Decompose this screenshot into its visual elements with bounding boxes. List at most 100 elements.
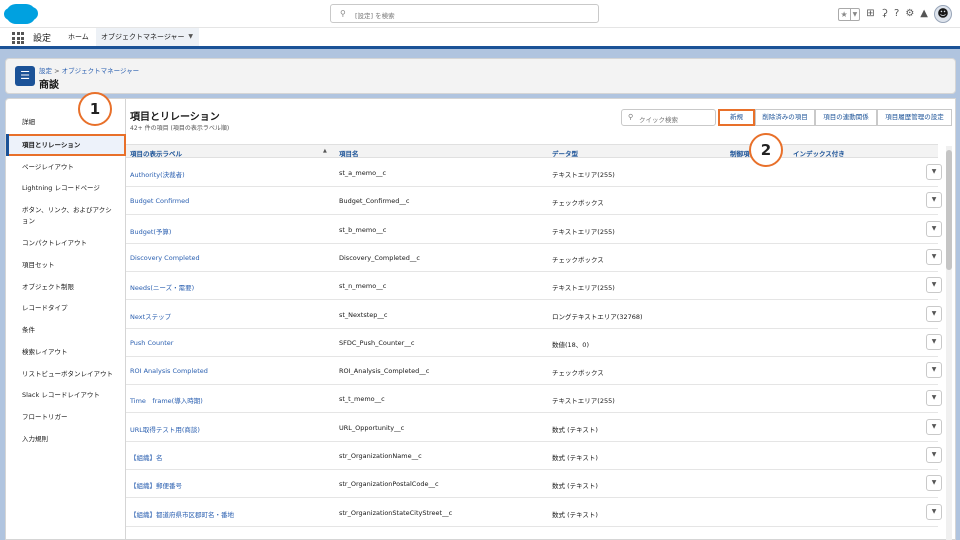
field-label-link[interactable]: Push Counter [130,339,173,347]
field-api-name: Discovery_Completed__c [339,253,420,262]
sidebar-item-search-layouts[interactable]: 検索レイアウト [6,347,126,358]
field-label-link[interactable]: 【組織】名 [130,452,163,462]
field-data-type: テキストエリア(255) [552,284,615,293]
table-row: Budget Confirmed Budget_Confirmed__c チェックボ… [126,187,942,216]
chevron-down-icon[interactable]: ▼ [188,28,193,46]
add-icon[interactable]: ⊞ [866,6,874,22]
field-label-link[interactable]: Needs(ニーズ・需要) [130,282,194,292]
field-api-name: st_Nextstep__c [339,310,388,319]
field-data-type: 数式 (テキスト) [552,482,598,491]
table-row: Time frame(導入時期) st_t_memo__c テキストエリア(255)… [126,385,942,414]
field-label-link[interactable]: Authority(決裁者) [130,169,185,179]
row-actions-button[interactable]: ▼ [926,248,942,265]
row-actions-button[interactable]: ▼ [926,192,942,209]
field-dependencies-button[interactable]: 項目の連動関係 [815,109,877,126]
column-field-label[interactable]: 項目の表示ラベル [130,148,182,158]
search-icon: ⚲ [628,113,634,121]
table-row: Budget(予算) st_b_memo__c テキストエリア(255) ▼ [126,216,942,244]
field-label-link[interactable]: ROI Analysis Completed [130,367,208,375]
sidebar-item-compact-layouts[interactable]: コンパクトレイアウト [6,238,126,249]
row-actions-button[interactable]: ▼ [926,390,942,407]
row-actions-button[interactable]: ▼ [926,164,942,180]
step-callout-1: 1 [78,92,112,126]
field-data-type: チェックボックス [552,199,604,208]
field-label-link[interactable]: Nextステップ [130,311,171,321]
notification-icon[interactable]: ▲ [920,6,928,22]
sidebar-item-lightning-record-pages[interactable]: Lightning レコードページ [6,183,126,194]
tab-object-manager-label: オブジェクトマネージャー [101,33,185,41]
row-actions-button[interactable]: ▼ [926,333,942,350]
sidebar-item-fields-relationships[interactable]: 項目とリレーション [6,134,126,156]
sidebar-item-object-limits[interactable]: オブジェクト制限 [6,282,126,293]
field-data-type: 数値(18、0) [552,340,589,349]
field-api-name: str_OrganizationName__c [339,452,422,460]
field-api-name: st_n_memo__c [339,282,387,291]
app-launcher-icon[interactable] [12,32,24,44]
global-utilities: ★ ▼ ⊞ ⚳ ? ⚙ ▲ ☻ [837,5,952,23]
table-row: Nextステップ st_Nextstep__c ロングテキストエリア(32768) ▼ [126,301,942,329]
breadcrumb-object-manager[interactable]: オブジェクトマネージャー [62,67,140,75]
field-data-type: ロングテキストエリア(32768) [552,312,643,321]
field-label-link[interactable]: Time frame(導入時期) [130,395,203,405]
field-label-link[interactable]: Budget Confirmed [130,197,189,205]
table-row: 【組織】都道府県市区郡町名・番地 str_OrganizationStateCit… [126,499,942,527]
sidebar-item-conditions[interactable]: 条件 [6,325,126,336]
breadcrumb-separator: > [54,67,60,75]
section-title: 項目とリレーション [130,112,220,123]
sidebar-item-page-layouts[interactable]: ページレイアウト [6,162,126,173]
scrollbar[interactable] [946,146,952,540]
row-actions-button[interactable]: ▼ [926,503,942,520]
column-indexed[interactable]: インデックス付き [793,148,845,158]
sidebar-item-buttons-links-actions[interactable]: ボタン、リンク、およびアクション [6,205,116,227]
layers-icon: ☰ [15,66,35,86]
star-icon: ★ [840,9,848,19]
sidebar-item-validation-rules[interactable]: 入力規則 [6,434,126,445]
help-icon[interactable]: ? [894,6,899,22]
field-label-link[interactable]: Discovery Completed [130,254,200,262]
row-actions-button[interactable]: ▼ [926,220,942,237]
field-label-link[interactable]: URL取得テスト用(商談) [130,424,200,434]
field-label-link[interactable]: 【組織】都道府県市区郡町名・番地 [130,509,234,519]
row-actions-button[interactable]: ▼ [926,418,942,435]
field-label-link[interactable]: 【組織】郵便番号 [130,480,182,490]
field-data-type: 数式 (テキスト) [552,454,598,462]
scrollbar-thumb[interactable] [946,150,952,270]
quick-search-input[interactable]: ⚲ クイック検索 [621,109,716,126]
bell-icon[interactable]: ⚳ [881,6,888,22]
gear-icon[interactable]: ⚙ [905,6,914,22]
sidebar-item-slack-record-layouts[interactable]: Slack レコードレイアウト [6,390,126,401]
tab-object-manager[interactable]: オブジェクトマネージャー ▼ [96,28,199,49]
sort-ascending-icon[interactable]: ▲ [323,148,327,154]
table-row: Discovery Completed Discovery_Completed__… [126,244,942,272]
avatar[interactable]: ☻ [934,5,952,23]
object-sidebar: 詳細 項目とリレーション ページレイアウト Lightning レコードページ … [5,98,126,540]
breadcrumb: 設定 > オブジェクトマネージャー [39,65,139,75]
favorites-button[interactable]: ★ ▼ [837,7,861,21]
sidebar-item-flow-triggers[interactable]: フロートリガー [6,412,126,423]
breadcrumb-setup[interactable]: 設定 [39,67,52,75]
column-data-type[interactable]: データ型 [552,148,578,158]
field-api-name: st_t_memo__c [339,395,385,404]
quick-search-placeholder: クイック検索 [639,116,678,124]
field-history-settings-button[interactable]: 項目履歴管理の設定 [877,109,952,126]
field-api-name: SFDC_Push_Counter__c [339,338,415,347]
sidebar-item-list-view-button-layout[interactable]: リストビューボタンレイアウト [6,369,126,380]
new-field-button[interactable]: 新規 [718,109,755,126]
global-search-input[interactable]: ⚲ [設定] を検索 [330,4,599,23]
row-actions-button[interactable]: ▼ [926,447,942,463]
table-row: Authority(決裁者) st_a_memo__c テキストエリア(255) ▼ [126,159,942,187]
fields-panel: 項目とリレーション 42+ 件の項目 (項目の表示ラベル順) ⚲ クイック検索 … [126,98,956,540]
row-actions-button[interactable]: ▼ [926,277,942,294]
sidebar-item-field-sets[interactable]: 項目セット [6,260,126,271]
field-data-type: チェックボックス [552,369,604,378]
row-actions-button[interactable]: ▼ [926,362,942,379]
row-actions-button[interactable]: ▼ [926,475,942,492]
field-label-link[interactable]: Budget(予算) [130,226,171,236]
table-header: 項目の表示ラベル ▲ 項目名 データ型 制御項目 インデックス付き [126,144,938,158]
tab-home[interactable]: ホーム [68,28,89,46]
row-actions-button[interactable]: ▼ [926,305,942,322]
column-field-name[interactable]: 項目名 [339,148,359,158]
salesforce-logo[interactable] [4,4,38,24]
deleted-fields-button[interactable]: 削除済みの項目 [755,109,815,126]
sidebar-item-record-types[interactable]: レコードタイプ [6,303,126,314]
